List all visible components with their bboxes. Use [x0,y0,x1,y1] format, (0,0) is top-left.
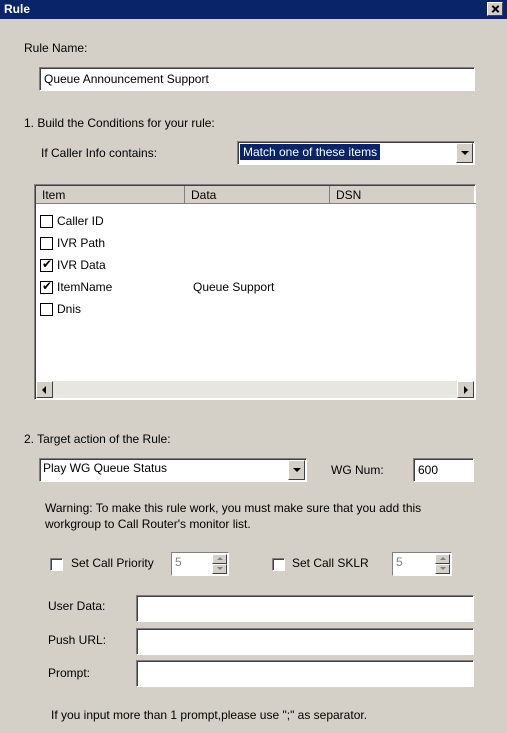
call-sklr-spinner[interactable]: 5 [392,552,452,576]
footer-note: If you input more than 1 prompt,please u… [51,708,368,722]
checkbox-checked-icon[interactable] [40,257,53,272]
chevron-down-icon[interactable] [288,460,305,480]
list-item-label: IVR Data [57,258,106,272]
scroll-right-icon[interactable] [457,381,474,398]
rule-name-input[interactable]: Queue Announcement Support [39,67,475,91]
list-item-data: Queue Support [193,280,275,294]
user-data-label: User Data: [48,599,106,613]
rule-dialog: Rule Rule Name: Queue Announcement Suppo… [0,0,507,733]
target-heading: 2. Target action of the Rule: [24,432,171,446]
set-call-sklr-checkbox[interactable] [272,558,285,571]
checkbox-checked-icon[interactable] [40,279,53,294]
spin-up-icon[interactable] [435,554,450,564]
warning-text-line1: Warning: To make this rule work, you mus… [45,501,422,515]
wg-num-label: WG Num: [331,463,384,477]
action-select[interactable]: Play WG Queue Status [39,458,307,482]
set-call-priority-label: Set Call Priority [71,556,154,570]
checkbox-unchecked-icon[interactable] [40,215,53,228]
spin-up-icon[interactable] [212,554,227,564]
set-call-sklr-label: Set Call SKLR [292,556,369,570]
list-item-label: Dnis [57,302,82,316]
list-header: Item Data DSN [36,186,476,204]
set-call-priority-checkbox[interactable] [50,558,63,571]
call-priority-spinner[interactable]: 5 [171,552,229,576]
prompt-label: Prompt: [48,666,91,680]
prompt-input[interactable] [136,660,474,687]
push-url-label: Push URL: [48,633,107,647]
list-item-label: IVR Path [57,236,106,250]
conditions-list[interactable]: Item Data DSN Caller ID IVR Path IVR Dat… [34,184,476,400]
match-select-value: Match one of these items [240,144,381,160]
scroll-left-icon[interactable] [36,381,53,398]
match-select[interactable]: Match one of these items [237,141,475,165]
list-item-label: ItemName [57,280,113,294]
spin-down-icon[interactable] [435,564,450,574]
wg-num-input[interactable]: 600 [413,458,474,482]
conditions-heading: 1. Build the Conditions for your rule: [24,116,215,130]
close-icon[interactable] [487,2,503,16]
caller-info-label: If Caller Info contains: [41,146,158,160]
user-data-input[interactable] [136,595,474,622]
list-item-label: Caller ID [57,214,104,228]
title-bar: Rule [0,0,507,19]
window-title: Rule [4,2,31,16]
action-select-value: Play WG Queue Status [43,461,168,475]
column-header-dsn[interactable]: DSN [330,186,476,204]
call-sklr-value: 5 [396,555,403,569]
warning-text-line2: workgroup to Call Router's monitor list. [45,517,251,531]
column-header-item[interactable]: Item [36,186,185,204]
column-header-data[interactable]: Data [185,186,330,204]
horizontal-scrollbar[interactable] [36,381,474,398]
spin-down-icon[interactable] [212,564,227,574]
checkbox-unchecked-icon[interactable] [40,237,53,250]
checkbox-unchecked-icon[interactable] [40,303,53,316]
call-priority-value: 5 [175,555,182,569]
list-item[interactable]: ItemName Queue Support [40,278,460,298]
rule-name-label: Rule Name: [24,41,88,55]
chevron-down-icon[interactable] [456,143,473,163]
push-url-input[interactable] [136,628,474,655]
